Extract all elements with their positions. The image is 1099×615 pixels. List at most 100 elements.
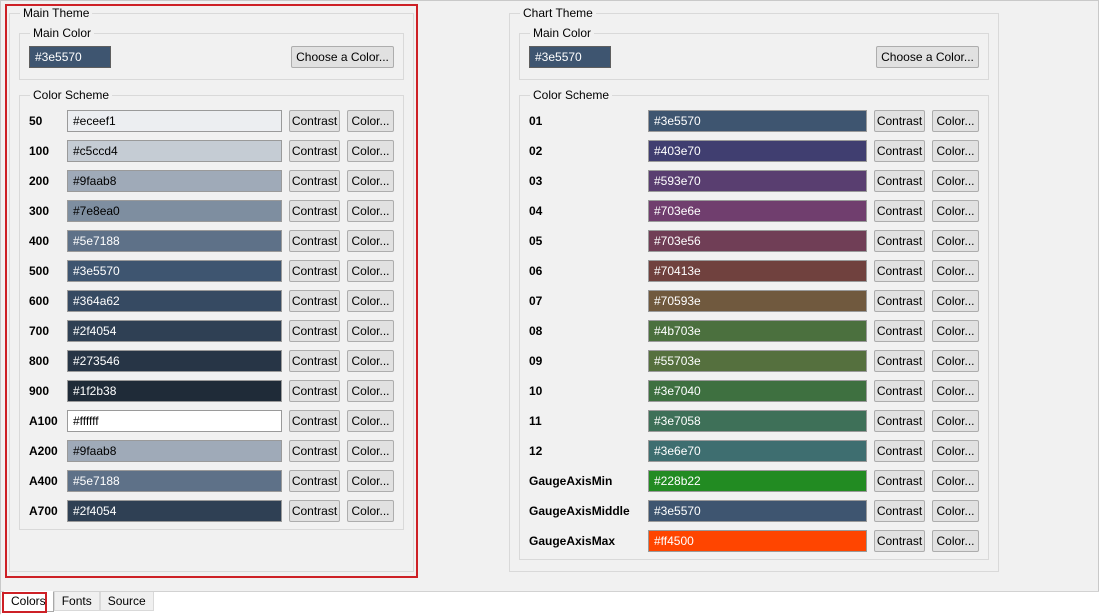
color-button[interactable]: Color... xyxy=(932,380,979,402)
contrast-button[interactable]: Contrast xyxy=(874,500,925,522)
contrast-button[interactable]: Contrast xyxy=(874,440,925,462)
color-hex-input[interactable] xyxy=(648,500,867,522)
choose-color-button[interactable]: Choose a Color... xyxy=(291,46,394,68)
color-hex-input[interactable] xyxy=(67,170,282,192)
color-hex-input[interactable] xyxy=(648,410,867,432)
color-button[interactable]: Color... xyxy=(347,500,394,522)
color-scheme-row: 03ContrastColor... xyxy=(529,170,979,192)
color-hex-input[interactable] xyxy=(648,290,867,312)
contrast-button[interactable]: Contrast xyxy=(289,380,340,402)
color-scheme-row-label: 07 xyxy=(529,294,641,308)
color-hex-input[interactable] xyxy=(648,140,867,162)
color-button[interactable]: Color... xyxy=(932,230,979,252)
contrast-button[interactable]: Contrast xyxy=(874,410,925,432)
color-hex-input[interactable] xyxy=(67,290,282,312)
contrast-button[interactable]: Contrast xyxy=(289,350,340,372)
contrast-button[interactable]: Contrast xyxy=(289,260,340,282)
color-scheme-row: 800ContrastColor... xyxy=(29,350,394,372)
color-hex-input[interactable] xyxy=(67,350,282,372)
color-button[interactable]: Color... xyxy=(932,290,979,312)
color-hex-input[interactable] xyxy=(648,380,867,402)
main-color-swatch[interactable] xyxy=(529,46,611,68)
color-button[interactable]: Color... xyxy=(347,200,394,222)
color-hex-input[interactable] xyxy=(648,200,867,222)
contrast-button[interactable]: Contrast xyxy=(289,500,340,522)
color-hex-input[interactable] xyxy=(648,110,867,132)
color-hex-input[interactable] xyxy=(67,320,282,342)
color-button[interactable]: Color... xyxy=(347,380,394,402)
color-hex-input[interactable] xyxy=(67,110,282,132)
color-button[interactable]: Color... xyxy=(347,410,394,432)
contrast-button[interactable]: Contrast xyxy=(289,170,340,192)
contrast-button[interactable]: Contrast xyxy=(874,530,925,552)
tab-source[interactable]: Source xyxy=(100,592,154,611)
contrast-button[interactable]: Contrast xyxy=(874,200,925,222)
main-color-swatch[interactable] xyxy=(29,46,111,68)
color-button[interactable]: Color... xyxy=(932,140,979,162)
color-hex-input[interactable] xyxy=(648,230,867,252)
color-hex-input[interactable] xyxy=(648,350,867,372)
color-hex-input[interactable] xyxy=(67,440,282,462)
choose-color-button[interactable]: Choose a Color... xyxy=(876,46,979,68)
contrast-button[interactable]: Contrast xyxy=(874,380,925,402)
contrast-button[interactable]: Contrast xyxy=(874,320,925,342)
color-hex-input[interactable] xyxy=(648,320,867,342)
color-hex-input[interactable] xyxy=(67,500,282,522)
color-button[interactable]: Color... xyxy=(932,470,979,492)
contrast-button[interactable]: Contrast xyxy=(289,110,340,132)
color-button[interactable]: Color... xyxy=(347,140,394,162)
color-button[interactable]: Color... xyxy=(932,530,979,552)
color-hex-input[interactable] xyxy=(648,530,867,552)
chart-theme-color-scheme-rows: 01ContrastColor...02ContrastColor...03Co… xyxy=(529,102,979,552)
contrast-button[interactable]: Contrast xyxy=(289,320,340,342)
color-button[interactable]: Color... xyxy=(932,500,979,522)
contrast-button[interactable]: Contrast xyxy=(874,290,925,312)
color-button[interactable]: Color... xyxy=(347,290,394,312)
color-button[interactable]: Color... xyxy=(932,410,979,432)
color-hex-input[interactable] xyxy=(648,440,867,462)
contrast-button[interactable]: Contrast xyxy=(874,140,925,162)
color-button[interactable]: Color... xyxy=(347,170,394,192)
tab-fonts[interactable]: Fonts xyxy=(54,592,100,611)
color-button[interactable]: Color... xyxy=(932,350,979,372)
contrast-button[interactable]: Contrast xyxy=(874,110,925,132)
contrast-button[interactable]: Contrast xyxy=(874,350,925,372)
contrast-button[interactable]: Contrast xyxy=(289,470,340,492)
color-button[interactable]: Color... xyxy=(932,110,979,132)
contrast-button[interactable]: Contrast xyxy=(289,230,340,252)
contrast-button[interactable]: Contrast xyxy=(874,230,925,252)
color-button[interactable]: Color... xyxy=(347,440,394,462)
color-hex-input[interactable] xyxy=(67,200,282,222)
color-hex-input[interactable] xyxy=(67,410,282,432)
contrast-button[interactable]: Contrast xyxy=(289,200,340,222)
color-hex-input[interactable] xyxy=(648,470,867,492)
color-button[interactable]: Color... xyxy=(347,470,394,492)
main-color-title: Main Color xyxy=(30,26,94,40)
color-hex-input[interactable] xyxy=(67,380,282,402)
contrast-button[interactable]: Contrast xyxy=(874,170,925,192)
color-hex-input[interactable] xyxy=(648,170,867,192)
color-button[interactable]: Color... xyxy=(347,230,394,252)
color-button[interactable]: Color... xyxy=(347,260,394,282)
color-hex-input[interactable] xyxy=(67,470,282,492)
contrast-button[interactable]: Contrast xyxy=(289,440,340,462)
color-hex-input[interactable] xyxy=(648,260,867,282)
color-hex-input[interactable] xyxy=(67,230,282,252)
tab-colors[interactable]: Colors xyxy=(3,591,54,612)
color-button[interactable]: Color... xyxy=(932,200,979,222)
color-button[interactable]: Color... xyxy=(347,350,394,372)
contrast-button[interactable]: Contrast xyxy=(289,410,340,432)
contrast-button[interactable]: Contrast xyxy=(874,260,925,282)
main-color-row: Choose a Color... xyxy=(29,40,394,68)
color-button[interactable]: Color... xyxy=(932,260,979,282)
contrast-button[interactable]: Contrast xyxy=(874,470,925,492)
contrast-button[interactable]: Contrast xyxy=(289,290,340,312)
color-button[interactable]: Color... xyxy=(932,170,979,192)
contrast-button[interactable]: Contrast xyxy=(289,140,340,162)
color-hex-input[interactable] xyxy=(67,140,282,162)
color-button[interactable]: Color... xyxy=(347,110,394,132)
color-button[interactable]: Color... xyxy=(347,320,394,342)
color-hex-input[interactable] xyxy=(67,260,282,282)
color-button[interactable]: Color... xyxy=(932,440,979,462)
color-button[interactable]: Color... xyxy=(932,320,979,342)
